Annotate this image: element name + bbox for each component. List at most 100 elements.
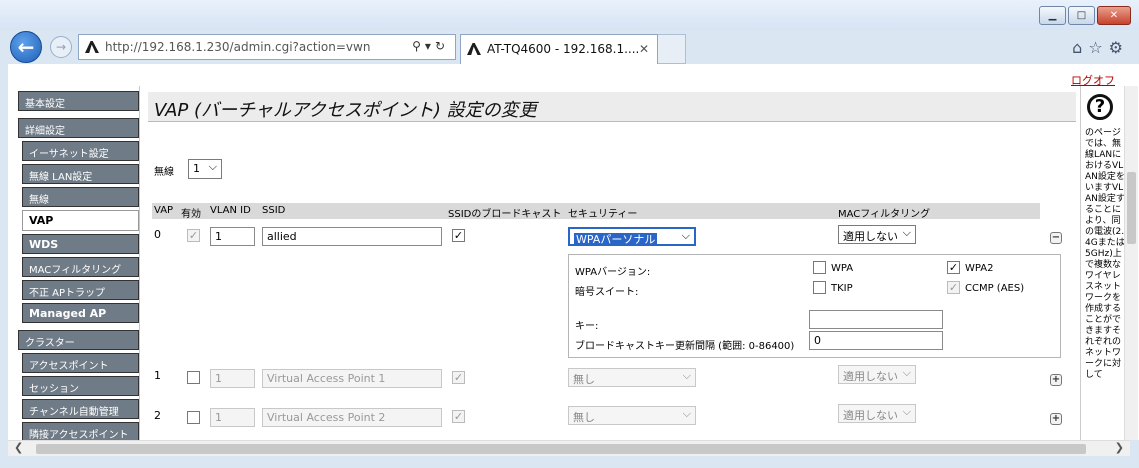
maximize-button[interactable]: □ <box>1068 6 1095 25</box>
col-broadcast: SSIDのブロードキャスト <box>448 209 562 220</box>
sidebar-item-basic[interactable]: 基本設定 <box>18 91 139 111</box>
chevron-down-icon: ⌵ <box>681 229 690 242</box>
new-tab-button[interactable] <box>658 34 686 64</box>
col-mac-filter: MACフィルタリング <box>838 209 931 220</box>
col-ssid: SSID <box>262 205 286 216</box>
chevron-down-icon: ⌵ <box>902 226 911 239</box>
row1-security-select[interactable]: 無し ⌵ <box>568 368 696 387</box>
row1-broadcast-checkbox[interactable]: ✓ <box>452 371 465 384</box>
row1-vap: 1 <box>154 369 161 382</box>
sidebar-item-advanced[interactable]: 詳細設定 <box>18 118 139 138</box>
window-controls: ▁ □ ✕ <box>1039 6 1131 25</box>
address-url: http://192.168.1.230/admin.cgi?action=vw… <box>105 40 371 54</box>
row0-security-select[interactable]: WPAパーソナル ⌵ <box>568 227 696 246</box>
sidebar-item-vap[interactable]: VAP <box>22 210 139 231</box>
close-button[interactable]: ✕ <box>1097 6 1131 25</box>
forward-icon[interactable]: → <box>50 36 72 58</box>
expand-icon[interactable]: + <box>1050 374 1062 386</box>
col-vap: VAP <box>154 205 174 216</box>
search-icon[interactable]: ⚲▾↻ <box>412 39 449 53</box>
ccmp-checkbox[interactable]: ✓ <box>947 281 960 294</box>
help-scrollbar[interactable] <box>1124 86 1138 440</box>
row2-vap: 2 <box>154 409 161 422</box>
chevron-down-icon: ⌵ <box>902 366 911 379</box>
page-title-bar: VAP (バーチャルアクセスポイント) 設定の変更 <box>148 92 1076 122</box>
help-text: のページでは、無線LANにおけるVLAN設定をいますVLAN設定することにより、… <box>1085 128 1125 380</box>
row0-vlan-input[interactable]: 1 <box>210 227 255 246</box>
sidebar-item-ethernet[interactable]: イーサネット設定 <box>22 141 139 161</box>
address-bar[interactable]: http://192.168.1.230/admin.cgi?action=vw… <box>78 34 456 60</box>
row2-mac-select[interactable]: 適用しない ⌵ <box>838 404 916 423</box>
row1-ssid-input[interactable]: Virtual Access Point 1 <box>262 369 442 388</box>
chevron-down-icon: ⌵ <box>208 160 217 173</box>
browser-toolbar: ← → http://192.168.1.230/admin.cgi?actio… <box>0 30 1139 66</box>
scroll-right-icon[interactable]: ❯ <box>1115 441 1124 454</box>
rekey-label: ブロードキャストキー更新間隔 (範囲: 0-86400) <box>575 341 795 352</box>
cipher-label: 暗号スイート: <box>575 287 639 298</box>
row2-vlan-input[interactable]: 1 <box>210 408 255 427</box>
collapse-icon[interactable]: − <box>1050 232 1062 244</box>
sidebar: 基本設定 詳細設定 イーサネット設定 無線 LAN設定 無線 VAP WDS M… <box>18 91 139 440</box>
chevron-down-icon: ⌵ <box>902 405 911 418</box>
help-icon: ? <box>1087 94 1113 120</box>
page-title: VAP (バーチャルアクセスポイント) 設定の変更 <box>154 100 537 121</box>
wpa-option-label: WPA <box>831 263 854 274</box>
row2-broadcast-checkbox[interactable]: ✓ <box>452 410 465 423</box>
row2-security-select[interactable]: 無し ⌵ <box>568 406 696 425</box>
scroll-thumb[interactable] <box>36 444 1086 454</box>
radio-label: 無線 <box>154 167 174 178</box>
row1-mac-select[interactable]: 適用しない ⌵ <box>838 365 916 384</box>
sidebar-item-wlan[interactable]: 無線 LAN設定 <box>22 164 139 184</box>
sidebar-item-managed-ap[interactable]: Managed AP <box>22 303 139 323</box>
row0-broadcast-checkbox[interactable]: ✓ <box>452 229 465 242</box>
web-page: ログオフ 基本設定 詳細設定 イーサネット設定 無線 LAN設定 無線 VAP … <box>8 64 1139 440</box>
tab-title: AT-TQ4600 - 192.168.1.... <box>487 42 640 56</box>
chevron-down-icon: ⌵ <box>682 369 691 382</box>
row2-ssid-input[interactable]: Virtual Access Point 2 <box>262 408 442 427</box>
col-security: セキュリティー <box>568 209 638 220</box>
wpa-settings-panel: WPAバージョン: WPA ✓ WPA2 暗号スイート: TKIP ✓ CCMP… <box>568 254 1061 358</box>
horizontal-scrollbar[interactable]: ❮ ❯ <box>8 440 1130 456</box>
site-logo-icon <box>467 43 481 55</box>
row1-vlan-input[interactable]: 1 <box>210 369 255 388</box>
expand-icon[interactable]: + <box>1050 413 1062 425</box>
tkip-checkbox[interactable] <box>813 281 826 294</box>
sidebar-item-sessions[interactable]: セッション <box>22 376 139 396</box>
sidebar-item-wds[interactable]: WDS <box>22 234 139 254</box>
col-enabled: 有効 <box>181 209 201 220</box>
wpa-version-label: WPAバージョン: <box>575 267 651 278</box>
wpa2-option-label: WPA2 <box>965 263 994 274</box>
row0-enabled-checkbox[interactable]: ✓ <box>187 229 200 242</box>
sidebar-item-channel-mgmt[interactable]: チャンネル自動管理 <box>22 399 139 419</box>
col-vlan: VLAN ID <box>210 205 251 216</box>
wpa2-checkbox[interactable]: ✓ <box>947 261 960 274</box>
tkip-label: TKIP <box>831 283 853 294</box>
row1-enabled-checkbox[interactable] <box>187 371 200 384</box>
sidebar-item-rogue-ap[interactable]: 不正 APトラップ <box>22 280 139 300</box>
row2-enabled-checkbox[interactable] <box>187 411 200 424</box>
row0-ssid-input[interactable]: allied <box>262 227 442 246</box>
sidebar-item-cluster[interactable]: クラスター <box>18 330 139 350</box>
key-label: キー: <box>575 321 599 332</box>
home-star-gear-icons[interactable]: ⌂☆⚙ <box>1072 38 1129 57</box>
chevron-down-icon: ⌵ <box>682 407 691 420</box>
close-tab-icon[interactable]: ✕ <box>639 42 649 56</box>
back-icon[interactable]: ← <box>10 31 42 63</box>
scroll-thumb[interactable] <box>1127 172 1136 244</box>
window-titlebar: ▁ □ ✕ <box>0 0 1139 32</box>
row0-mac-select[interactable]: 適用しない ⌵ <box>838 225 916 244</box>
sidebar-item-neighbor-ap[interactable]: 隣接アクセスポイント <box>22 422 139 440</box>
wpa-checkbox[interactable] <box>813 261 826 274</box>
help-panel: ? のページでは、無線LANにおけるVLAN設定をいますVLAN設定することによ… <box>1080 86 1139 440</box>
sidebar-item-access-points[interactable]: アクセスポイント <box>22 353 139 373</box>
sidebar-item-mac-filter[interactable]: MACフィルタリング <box>22 257 139 277</box>
radio-select[interactable]: 1 ⌵ <box>188 159 222 179</box>
tab-active[interactable]: AT-TQ4600 - 192.168.1.... ✕ <box>460 34 658 64</box>
site-logo-icon <box>85 41 99 53</box>
vap-table-header: VAP 有効 VLAN ID SSID SSIDのブロードキャスト セキュリティ… <box>152 203 1040 220</box>
minimize-button[interactable]: ▁ <box>1039 6 1066 25</box>
scroll-left-icon[interactable]: ❮ <box>14 441 23 454</box>
rekey-input[interactable]: 0 <box>809 331 943 350</box>
sidebar-item-radio[interactable]: 無線 <box>22 187 139 207</box>
key-input[interactable] <box>809 310 943 329</box>
